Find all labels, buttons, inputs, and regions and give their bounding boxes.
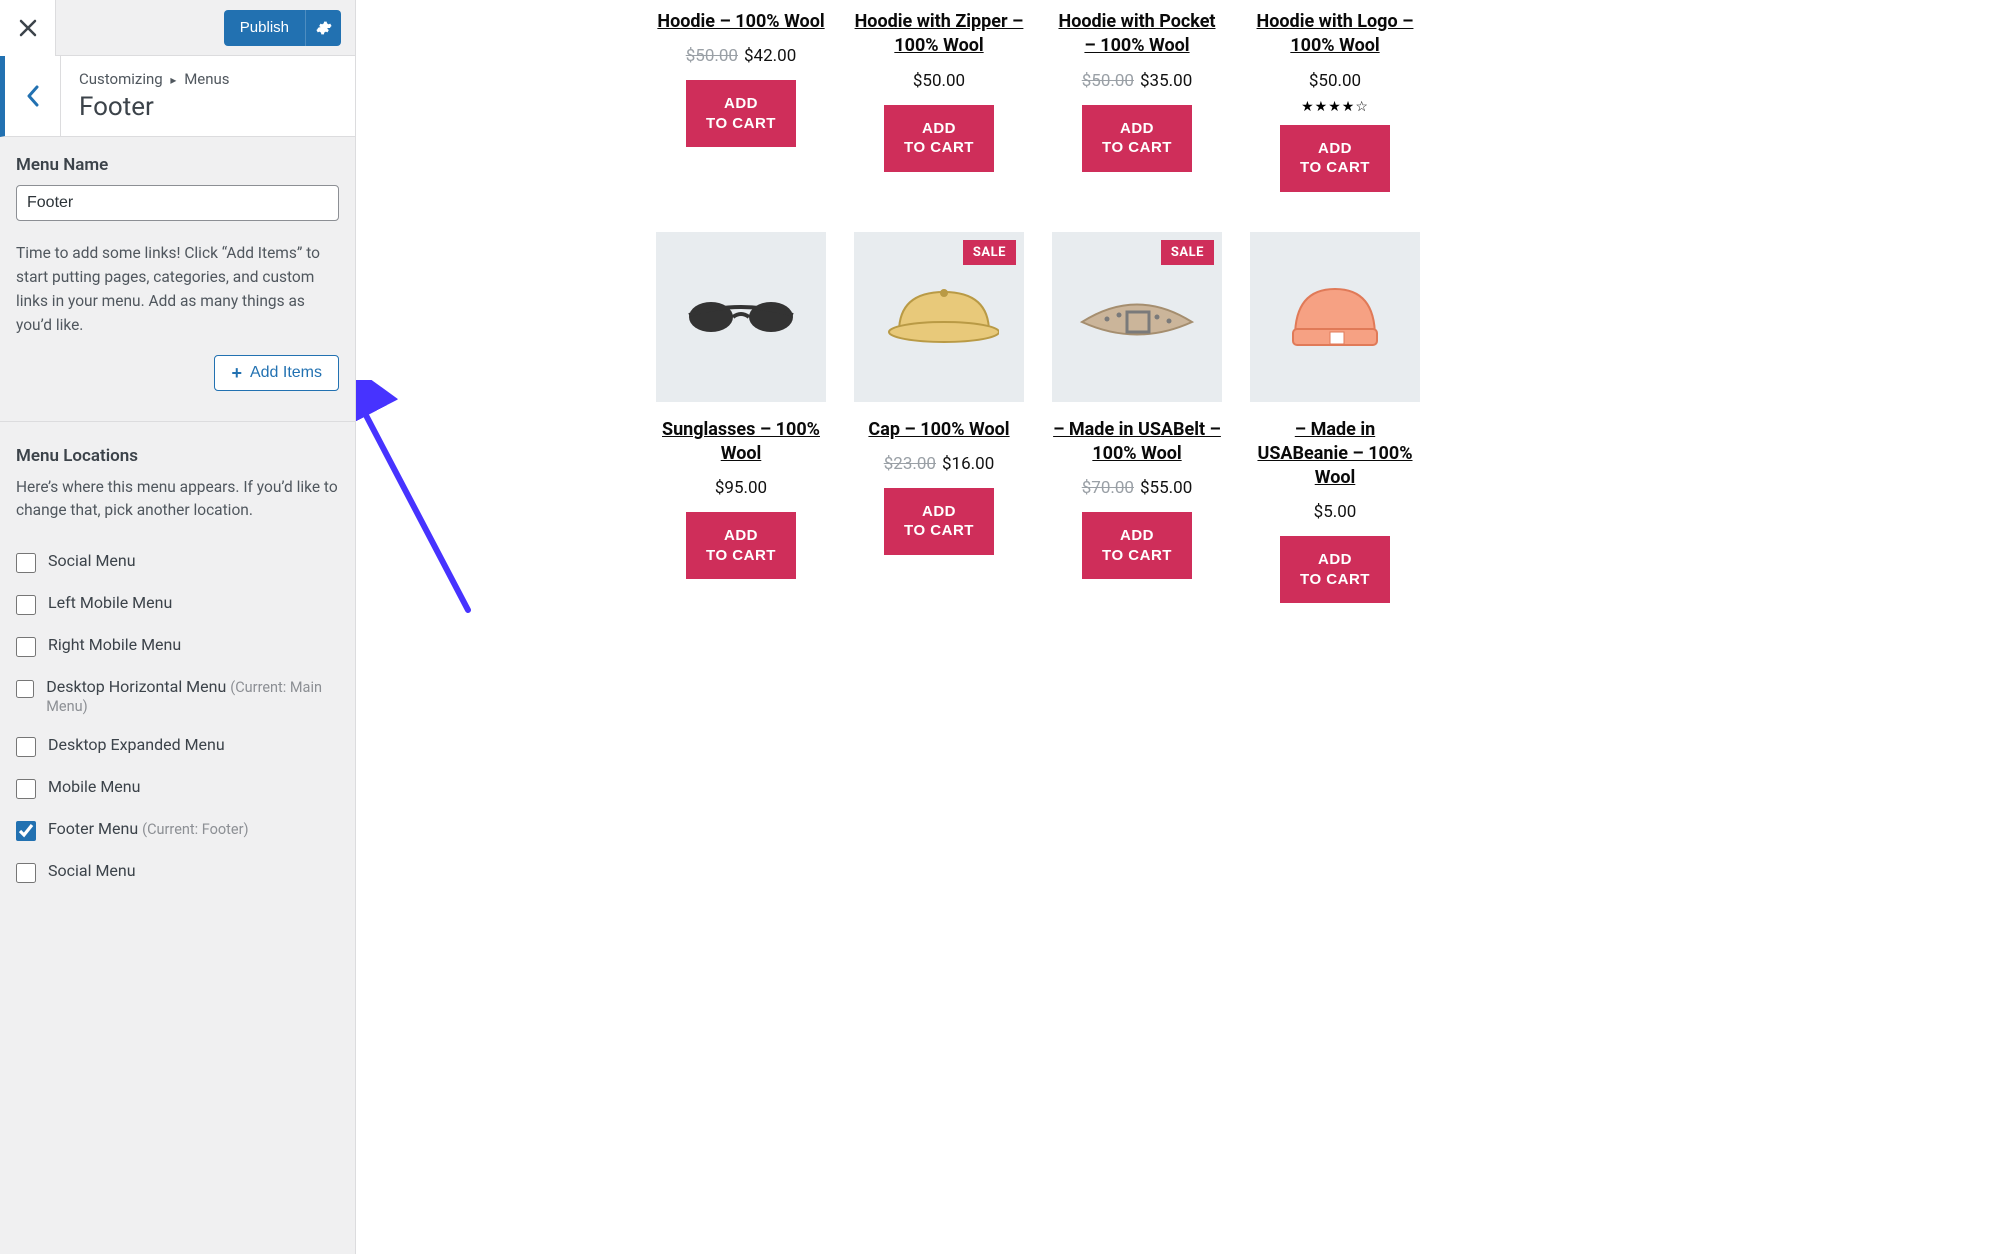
close-customizer-button[interactable] — [0, 0, 56, 56]
product-title-link[interactable]: Sunglasses – 100% Wool — [656, 418, 826, 467]
add-to-cart-button[interactable]: ADDTO CART — [884, 105, 994, 172]
product-title-link[interactable]: Hoodie – 100% Wool — [657, 10, 824, 34]
menu-location-item[interactable]: Desktop Horizontal Menu (Current: Main M… — [16, 667, 339, 725]
menu-location-label: Left Mobile Menu — [48, 593, 172, 612]
sale-badge: SALE — [963, 240, 1016, 265]
menu-location-checkbox[interactable] — [16, 553, 36, 573]
publish-group: Publish — [224, 10, 355, 46]
breadcrumb-text: Customizing ▸ Menus Footer — [61, 56, 248, 136]
add-to-cart-button[interactable]: ADDTO CART — [1280, 125, 1390, 192]
product-card: Hoodie with Logo – 100% Wool $50.00 ★★★★☆ A… — [1250, 0, 1420, 192]
breadcrumb-separator-icon: ▸ — [170, 73, 176, 87]
product-image[interactable]: SALE — [1052, 232, 1222, 402]
product-price: $50.00 — [1309, 71, 1361, 91]
publish-button[interactable]: Publish — [224, 10, 305, 46]
product-price: $5.00 — [1314, 502, 1357, 522]
product-title-link[interactable]: – Made in USABeanie – 100% Wool — [1250, 418, 1420, 491]
product-title-link[interactable]: – Made in USABelt – 100% Wool — [1052, 418, 1222, 467]
breadcrumb-section: Menus — [184, 70, 229, 88]
product-image[interactable] — [1250, 232, 1420, 402]
menu-location-label: Mobile Menu — [48, 777, 140, 796]
product-title-link[interactable]: Cap – 100% Wool — [868, 418, 1009, 442]
add-items-label: Add Items — [250, 364, 322, 382]
menu-location-item[interactable]: Social Menu — [16, 541, 339, 583]
menu-location-item[interactable]: Desktop Expanded Menu — [16, 725, 339, 767]
product-price: $23.00$16.00 — [884, 454, 995, 474]
menu-locations-help: Here’s where this menu appears. If you’d… — [16, 476, 339, 523]
menu-location-item[interactable]: Right Mobile Menu — [16, 625, 339, 667]
product-rating: ★★★★☆ — [1301, 99, 1369, 115]
site-preview: Hoodie – 100% Wool $50.00$42.00 ADDTO CART… — [356, 0, 1999, 1254]
add-to-cart-button[interactable]: ADDTO CART — [1280, 536, 1390, 603]
sale-badge: SALE — [1161, 240, 1214, 265]
customizer-header: Publish — [0, 0, 355, 56]
menu-location-label: Desktop Horizontal Menu — [46, 677, 226, 696]
customizer-panel: Publish Customizing ▸ Menus Footer Menu … — [0, 0, 356, 1254]
cap-icon — [879, 277, 999, 357]
menu-location-checkbox[interactable] — [16, 863, 36, 883]
product-image[interactable] — [656, 232, 826, 402]
publish-settings-button[interactable] — [305, 10, 341, 46]
belt-icon — [1077, 277, 1197, 357]
gear-icon — [316, 20, 332, 36]
menu-location-checkbox[interactable] — [16, 637, 36, 657]
menu-location-label: Social Menu — [48, 551, 136, 570]
product-card: SALE – Made in USABelt – 100% Wool $70.00$… — [1052, 232, 1222, 604]
breadcrumb: Customizing ▸ Menus Footer — [0, 56, 355, 137]
add-to-cart-button[interactable]: ADDTO CART — [1082, 105, 1192, 172]
add-to-cart-button[interactable]: ADDTO CART — [884, 488, 994, 555]
annotation-arrow-icon — [356, 380, 528, 620]
product-card: Hoodie with Zipper – 100% Wool $50.00 ADDT… — [854, 0, 1024, 192]
product-title-link[interactable]: Hoodie with Pocket – 100% Wool — [1052, 10, 1222, 59]
beanie-icon — [1275, 277, 1395, 357]
product-card: – Made in USABeanie – 100% Wool $5.00 ADDT… — [1250, 232, 1420, 604]
menu-location-label: Social Menu — [48, 861, 136, 880]
menu-name-input[interactable] — [16, 185, 339, 221]
product-card: Hoodie with Pocket – 100% Wool $50.00$35.… — [1052, 0, 1222, 192]
menu-location-item[interactable]: Social Menu — [16, 851, 339, 893]
help-text: Time to add some links! Click “Add Items… — [16, 241, 339, 337]
product-price: $50.00$35.00 — [1082, 71, 1193, 91]
menu-location-item[interactable]: Mobile Menu — [16, 767, 339, 809]
menu-location-suffix: (Current: Footer) — [142, 821, 248, 838]
menu-location-item[interactable]: Footer Menu (Current: Footer) — [16, 809, 339, 851]
product-card: SALE Cap – 100% Wool $23.00$16.00 ADDTO CAR… — [854, 232, 1024, 604]
add-items-button[interactable]: + Add Items — [214, 355, 339, 391]
divider — [0, 421, 355, 422]
add-to-cart-button[interactable]: ADDTO CART — [686, 80, 796, 147]
product-price: $95.00 — [715, 478, 767, 498]
product-title-link[interactable]: Hoodie with Logo – 100% Wool — [1250, 10, 1420, 59]
close-icon — [19, 19, 37, 37]
plus-icon: + — [231, 364, 242, 382]
back-button[interactable] — [5, 56, 61, 136]
menu-location-checkbox[interactable] — [16, 595, 36, 615]
menu-name-label: Menu Name — [16, 155, 339, 175]
add-to-cart-button[interactable]: ADDTO CART — [686, 512, 796, 579]
product-price: $50.00$42.00 — [686, 46, 797, 66]
menu-location-checkbox[interactable] — [16, 737, 36, 757]
menu-location-checkbox[interactable] — [16, 821, 36, 841]
product-card: Hoodie – 100% Wool $50.00$42.00 ADDTO CART — [656, 0, 826, 192]
menu-locations: Menu Locations Here’s where this menu ap… — [16, 446, 339, 893]
menu-location-checkbox[interactable] — [16, 779, 36, 799]
product-price: $70.00$55.00 — [1082, 478, 1193, 498]
chevron-left-icon — [26, 85, 40, 107]
menu-location-checkbox[interactable] — [16, 679, 34, 699]
sunglasses-icon — [681, 277, 801, 357]
menu-location-label: Footer Menu — [48, 819, 138, 838]
menu-location-label: Right Mobile Menu — [48, 635, 181, 654]
menu-location-item[interactable]: Left Mobile Menu — [16, 583, 339, 625]
add-to-cart-button[interactable]: ADDTO CART — [1082, 512, 1192, 579]
product-price: $50.00 — [913, 71, 965, 91]
product-card: Sunglasses – 100% Wool $95.00 ADDTO CART — [656, 232, 826, 604]
menu-locations-heading: Menu Locations — [16, 446, 339, 466]
breadcrumb-prefix: Customizing — [79, 70, 163, 88]
breadcrumb-title: Footer — [79, 92, 230, 122]
product-image[interactable]: SALE — [854, 232, 1024, 402]
menu-location-label: Desktop Expanded Menu — [48, 735, 225, 754]
product-title-link[interactable]: Hoodie with Zipper – 100% Wool — [854, 10, 1024, 59]
